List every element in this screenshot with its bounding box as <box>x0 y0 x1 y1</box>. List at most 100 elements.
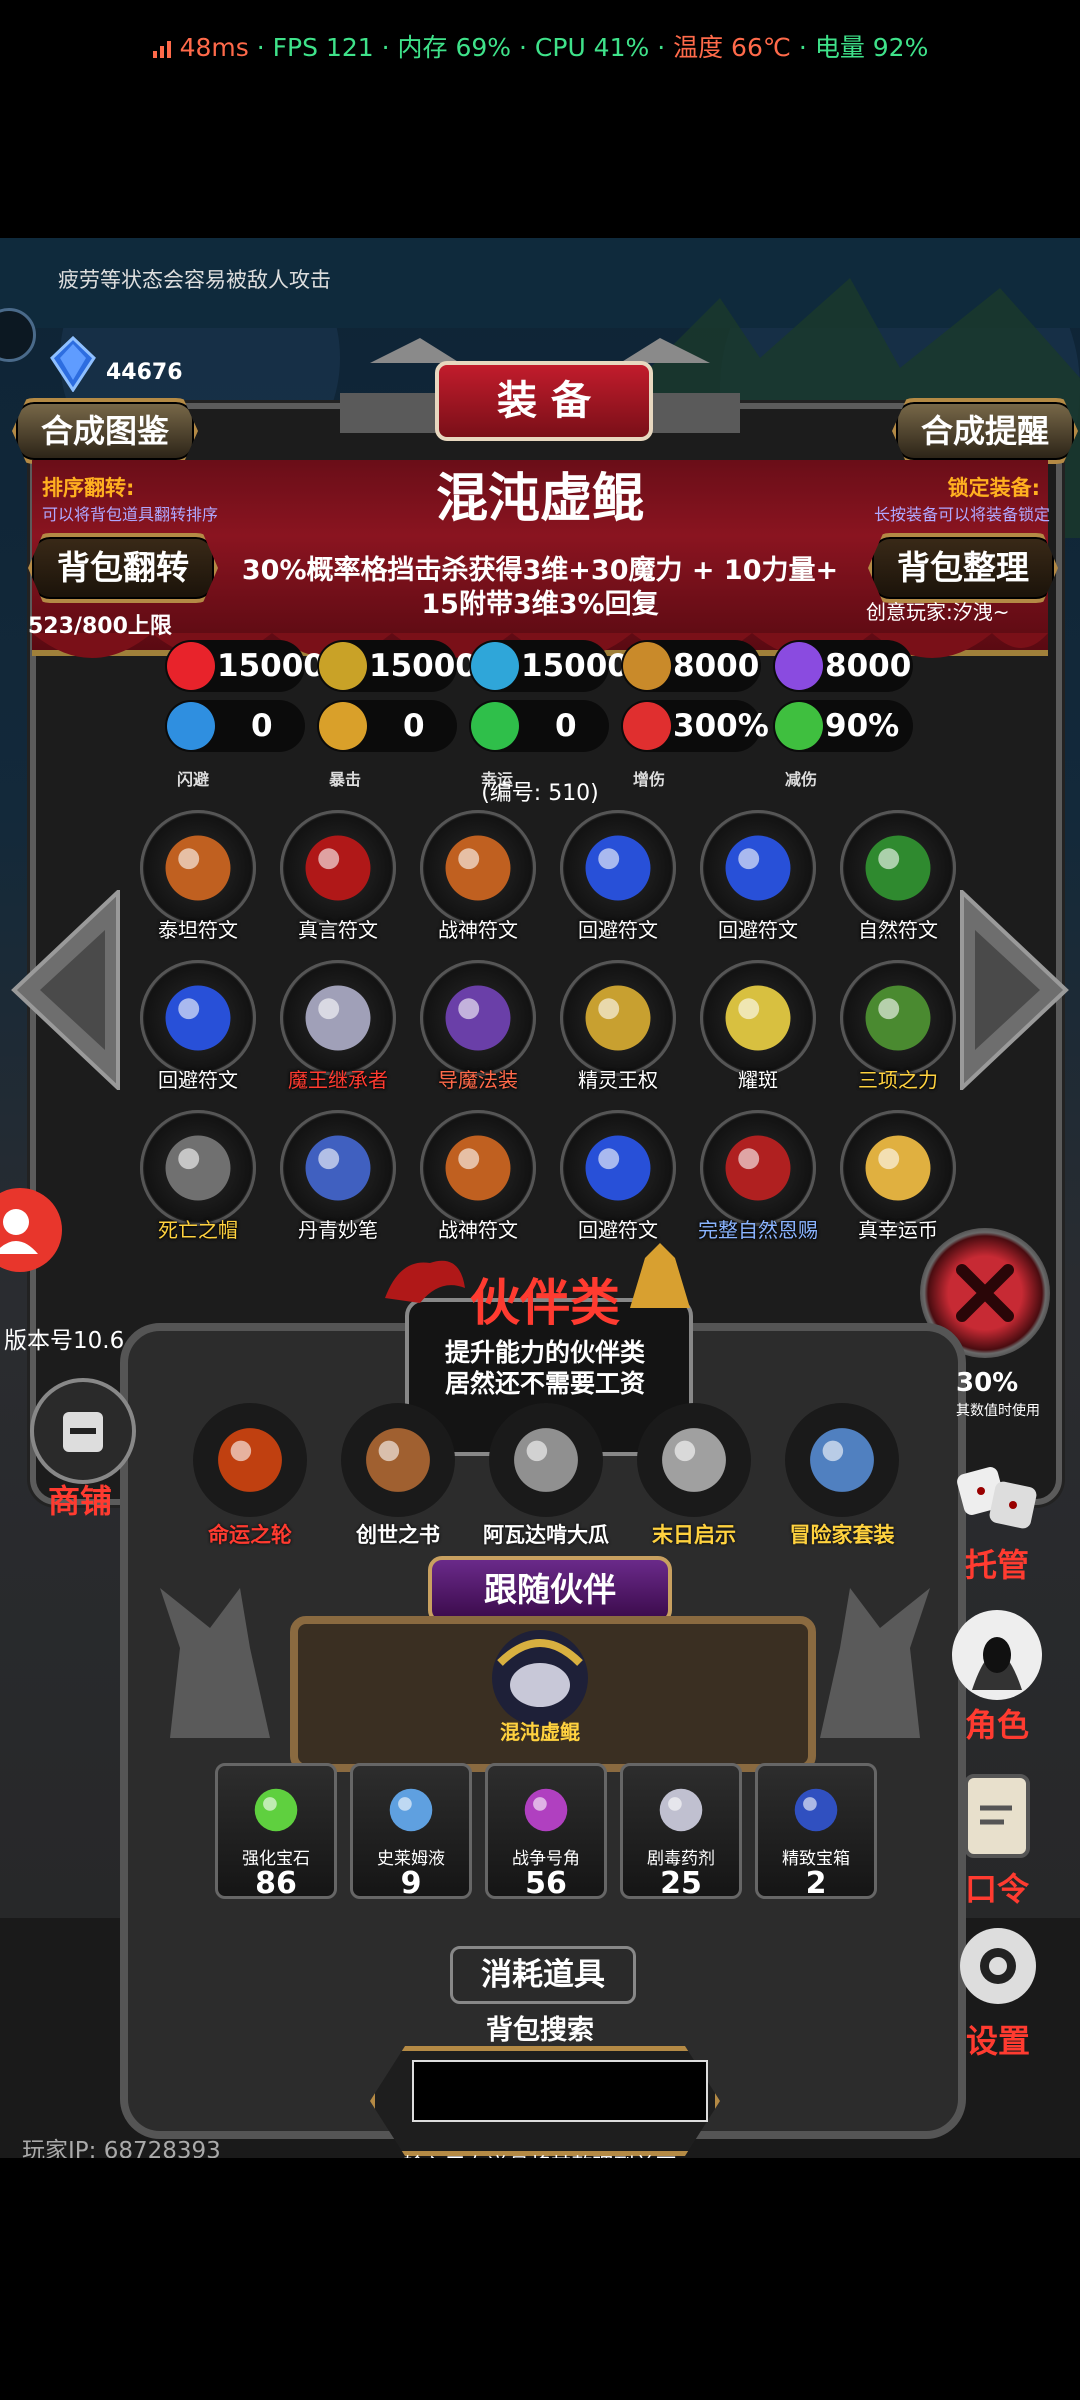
stats-row-secondary: 0 闪避 0 暴击 0 幸运 300% 增伤 90% 减伤 <box>165 700 925 789</box>
bag-flip-button[interactable]: 背包翻转 <box>28 533 218 603</box>
inventory-slot[interactable]: 魔王继承者 <box>280 960 396 1110</box>
partner-item[interactable]: 末日启示 <box>629 1403 759 1573</box>
inventory-slot[interactable]: 自然符文 <box>840 810 956 960</box>
user-float-button[interactable] <box>0 1188 62 1272</box>
strength-icon <box>319 642 367 690</box>
inventory-item-label: 导魔法装 <box>438 1068 518 1092</box>
next-page-arrow[interactable] <box>960 887 1070 1093</box>
inventory-slot[interactable]: 战神符文 <box>420 810 536 960</box>
partner-item[interactable]: 阿瓦达啃大瓜 <box>481 1403 611 1573</box>
partner-item-label: 冒险家套装 <box>789 1523 895 1547</box>
ping-text: 48ms <box>179 33 249 62</box>
axes-icon <box>637 1403 751 1517</box>
inventory-slot[interactable]: 导魔法装 <box>420 960 536 1110</box>
redeem-code-button[interactable]: 口令 <box>952 1768 1042 1910</box>
chest-icon <box>778 1772 854 1848</box>
auto-manage-button[interactable]: 托管 <box>952 1450 1042 1586</box>
consumable-slot[interactable]: 战争号角 56 <box>485 1763 607 1901</box>
prev-page-arrow[interactable] <box>10 887 120 1093</box>
inventory-slot[interactable]: 完整自然恩赐 <box>698 1110 818 1260</box>
sort-title: 排序翻转: <box>42 476 135 500</box>
scepter-icon <box>560 960 676 1076</box>
inventory-item-label: 战神符文 <box>438 918 518 942</box>
currency-amount: 44676 <box>106 360 183 385</box>
orb-blue-icon <box>560 1110 676 1226</box>
stat-value: 300% <box>673 708 769 744</box>
mace-icon <box>489 1403 603 1517</box>
consumable-slot[interactable]: 史莱姆液 9 <box>350 1763 472 1901</box>
character-button[interactable]: 角色 <box>952 1610 1042 1746</box>
search-input[interactable] <box>412 2060 708 2122</box>
stat-pill: 0 闪避 <box>165 700 305 789</box>
consumable-count: 9 <box>400 1866 422 1901</box>
game-viewport: 疲劳等状态会容易被敌人攻击 44676 装 备 合成图鉴 合成提醒 排序翻转: … <box>0 238 1080 2158</box>
orb-blue-icon <box>560 810 676 926</box>
leaf-green-icon <box>840 810 956 926</box>
dodge-icon <box>167 702 215 750</box>
rune-red-icon <box>280 810 396 926</box>
stat-pill: 15000 <box>165 640 325 692</box>
partner-item-label: 末日启示 <box>652 1523 736 1547</box>
gem-green-icon <box>238 1772 314 1848</box>
inventory-item-label: 回避符文 <box>718 918 798 942</box>
stat-label: 暴击 <box>329 770 362 789</box>
sword-icon <box>623 642 671 690</box>
stat-pill: 8000 <box>621 640 761 692</box>
inventory-slot[interactable]: 精灵王权 <box>560 960 676 1110</box>
orb-blue-icon <box>700 810 816 926</box>
partner-desc-line2: 居然还不需要工资 <box>444 1369 645 1398</box>
inventory-slot[interactable]: 回避符文 <box>700 810 816 960</box>
inventory-item-label: 自然符文 <box>858 918 938 942</box>
brush-icon <box>280 1110 396 1226</box>
dice-icon <box>952 1450 1042 1540</box>
inventory-slot[interactable]: 三项之力 <box>840 960 956 1110</box>
stat-value: 0 <box>555 708 577 744</box>
horn-icon <box>508 1772 584 1848</box>
follow-partner-name: 混沌虚鲲 <box>500 1720 580 1744</box>
player-ip: 玩家IP: 68728393 <box>22 2138 221 2158</box>
item-number: (编号: 510) <box>481 781 599 806</box>
settings-button[interactable]: 设置 <box>948 1916 1048 2062</box>
diamond-icon <box>48 335 98 393</box>
follow-partner-title: 跟随伙伴 <box>428 1556 672 1624</box>
inventory-slot[interactable]: 泰坦符文 <box>140 810 256 960</box>
inventory-slot[interactable]: 耀斑 <box>700 960 816 1110</box>
consumables-row: 强化宝石 86 史莱姆液 9 战争号角 56 剧毒药剂 25 精致宝箱 2 <box>215 1763 895 1943</box>
stat-value: 15000 <box>217 648 325 684</box>
partner-item[interactable]: 命运之轮 <box>185 1403 315 1573</box>
consumable-slot[interactable]: 精致宝箱 2 <box>755 1763 877 1901</box>
stat-pill: 90% 减伤 <box>773 700 913 789</box>
stat-pill: 8000 <box>773 640 913 692</box>
leaf-red-icon <box>700 1110 816 1226</box>
stat-pill: 0 暴击 <box>317 700 457 789</box>
inventory-slot[interactable]: 真言符文 <box>280 810 396 960</box>
consumable-slot[interactable]: 剧毒药剂 25 <box>620 1763 742 1901</box>
stat-value: 0 <box>251 708 273 744</box>
partner-item[interactable]: 创世之书 <box>333 1403 463 1573</box>
inventory-slot[interactable]: 回避符文 <box>140 960 256 1110</box>
partner-item-label: 阿瓦达啃大瓜 <box>483 1523 609 1547</box>
partner-item[interactable]: 冒险家套装 <box>777 1403 907 1573</box>
inventory-slot[interactable]: 死亡之帽 <box>140 1110 256 1260</box>
shop-icon <box>30 1378 136 1484</box>
mage-robe-icon <box>420 960 536 1076</box>
bag-organize-button[interactable]: 背包整理 <box>868 533 1058 603</box>
version-text: 版本号10.6 <box>4 1328 125 1354</box>
inventory-slot[interactable]: 战神符文 <box>420 1110 536 1260</box>
auto-manage-label: 托管 <box>964 1546 1029 1584</box>
flare-axe-icon <box>700 960 816 1076</box>
partner-item-label: 创世之书 <box>356 1523 440 1547</box>
hint-text: 疲劳等状态会容易被敌人攻击 <box>58 268 331 292</box>
stat-pill: 0 幸运 <box>469 700 609 789</box>
cpu-text: CPU 41% <box>534 33 650 62</box>
consumable-slot[interactable]: 强化宝石 86 <box>215 1763 337 1901</box>
inventory-slot[interactable]: 回避符文 <box>560 810 676 960</box>
stat-value: 15000 <box>369 648 477 684</box>
wheel-icon <box>193 1403 307 1517</box>
synthesis-codex-button[interactable]: 合成图鉴 <box>12 398 198 464</box>
shop-button[interactable]: 商铺 <box>20 1378 140 1520</box>
inventory-slot[interactable]: 丹青妙笔 <box>280 1110 396 1260</box>
item-description-line2: 15附带3维3%回复 <box>421 589 659 620</box>
synthesis-reminder-button[interactable]: 合成提醒 <box>892 398 1078 464</box>
search-title: 背包搜索 <box>486 2015 594 2046</box>
